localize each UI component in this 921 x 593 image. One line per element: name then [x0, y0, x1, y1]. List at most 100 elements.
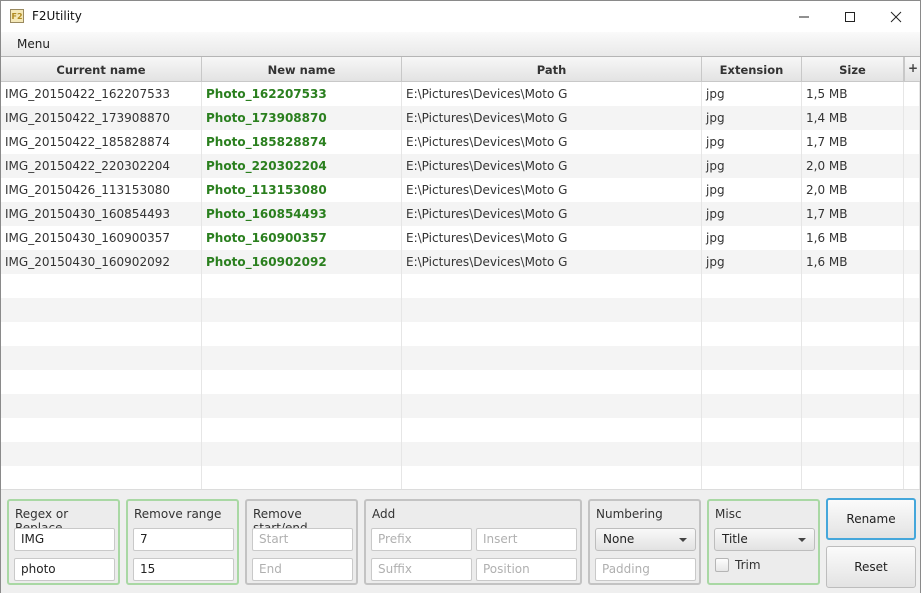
empty-cell: [202, 442, 402, 466]
column-header-path[interactable]: Path: [402, 57, 702, 81]
cell-extension: jpg: [702, 178, 802, 202]
cell-new-name: Photo_113153080: [202, 178, 402, 202]
remove-range-to-input[interactable]: 15: [133, 558, 234, 581]
empty-table-row: [1, 346, 920, 370]
case-select[interactable]: Title: [714, 528, 815, 551]
empty-cell: [202, 418, 402, 442]
empty-cell: [402, 322, 702, 346]
misc-label: Misc: [715, 507, 742, 521]
column-header-new-name[interactable]: New name: [202, 57, 402, 81]
rename-button[interactable]: Rename: [826, 498, 916, 540]
trim-checkbox[interactable]: [715, 558, 729, 572]
rename-options-panel: Regex or Replace IMG photo Remove range …: [1, 489, 920, 593]
file-table: Current name New name Path Extension Siz…: [1, 57, 920, 489]
regex-replace-input[interactable]: photo: [14, 558, 115, 581]
empty-cell: [702, 322, 802, 346]
numbering-padding-input[interactable]: Padding: [595, 558, 696, 581]
cell-current-name: IMG_20150422_173908870: [1, 106, 202, 130]
empty-cell: [802, 346, 904, 370]
cell-new-name: Photo_162207533: [202, 82, 402, 106]
table-row[interactable]: IMG_20150422_173908870 Photo_173908870 E:\…: [1, 106, 920, 130]
remove-end-input[interactable]: End: [252, 558, 353, 581]
cell-filler: [904, 202, 920, 226]
regex-find-input[interactable]: IMG: [14, 528, 115, 551]
column-header-extension[interactable]: Extension: [702, 57, 802, 81]
menu-item-menu[interactable]: Menu: [17, 37, 50, 51]
empty-cell: [402, 274, 702, 298]
add-prefix-input[interactable]: Prefix: [371, 528, 472, 551]
cell-path: E:\Pictures\Devices\Moto G: [402, 226, 702, 250]
empty-cell: [904, 274, 920, 298]
table-row[interactable]: IMG_20150422_162207533 Photo_162207533 E:\…: [1, 82, 920, 106]
close-icon: [890, 11, 902, 23]
app-window: F2 F2Utility Menu Current name New name …: [0, 0, 921, 593]
cell-path: E:\Pictures\Devices\Moto G: [402, 106, 702, 130]
cell-current-name: IMG_20150422_162207533: [1, 82, 202, 106]
empty-cell: [904, 418, 920, 442]
cell-path: E:\Pictures\Devices\Moto G: [402, 202, 702, 226]
empty-cell: [202, 298, 402, 322]
table-row[interactable]: IMG_20150422_185828874 Photo_185828874 E:\…: [1, 130, 920, 154]
cell-current-name: IMG_20150430_160854493: [1, 202, 202, 226]
cell-size: 2,0 MB: [802, 178, 904, 202]
numbering-label: Numbering: [596, 507, 663, 521]
empty-cell: [802, 322, 904, 346]
add-group: Add Prefix Insert Suffix Position: [364, 499, 582, 585]
add-insert-input[interactable]: Insert: [476, 528, 577, 551]
empty-cell: [402, 346, 702, 370]
remove-start-input[interactable]: Start: [252, 528, 353, 551]
empty-cell: [202, 370, 402, 394]
empty-cell: [802, 274, 904, 298]
window-title: F2Utility: [32, 9, 82, 23]
remove-start-end-group: Remove start/end Start End: [245, 499, 358, 585]
cell-extension: jpg: [702, 130, 802, 154]
cell-new-name: Photo_160902092: [202, 250, 402, 274]
add-position-input[interactable]: Position: [476, 558, 577, 581]
title-bar: F2 F2Utility: [1, 1, 920, 32]
empty-cell: [402, 394, 702, 418]
empty-cell: [402, 298, 702, 322]
trim-label[interactable]: Trim: [735, 558, 761, 572]
cell-new-name: Photo_160854493: [202, 202, 402, 226]
numbering-select[interactable]: None: [595, 528, 696, 551]
case-select-value: Title: [722, 532, 748, 546]
add-suffix-input[interactable]: Suffix: [371, 558, 472, 581]
minimize-button[interactable]: [781, 1, 827, 32]
cell-current-name: IMG_20150430_160900357: [1, 226, 202, 250]
empty-cell: [802, 298, 904, 322]
remove-range-group: Remove range 7 15: [126, 499, 239, 585]
empty-table-row: [1, 274, 920, 298]
cell-size: 1,6 MB: [802, 250, 904, 274]
empty-cell: [802, 466, 904, 489]
empty-table-row: [1, 370, 920, 394]
empty-cell: [702, 346, 802, 370]
reset-button[interactable]: Reset: [826, 546, 916, 588]
cell-extension: jpg: [702, 202, 802, 226]
cell-path: E:\Pictures\Devices\Moto G: [402, 82, 702, 106]
empty-cell: [702, 466, 802, 489]
empty-cell: [1, 370, 202, 394]
table-row[interactable]: IMG_20150430_160900357 Photo_160900357 E:\…: [1, 226, 920, 250]
table-row[interactable]: IMG_20150422_220302204 Photo_220302204 E:\…: [1, 154, 920, 178]
cell-path: E:\Pictures\Devices\Moto G: [402, 250, 702, 274]
empty-cell: [802, 370, 904, 394]
table-row[interactable]: IMG_20150430_160854493 Photo_160854493 E:\…: [1, 202, 920, 226]
empty-table-row: [1, 394, 920, 418]
empty-cell: [904, 298, 920, 322]
maximize-button[interactable]: [827, 1, 873, 32]
cell-new-name: Photo_173908870: [202, 106, 402, 130]
empty-cell: [702, 298, 802, 322]
empty-cell: [702, 370, 802, 394]
add-label: Add: [372, 507, 396, 521]
add-column-icon[interactable]: +: [904, 57, 920, 81]
table-row[interactable]: IMG_20150426_113153080 Photo_113153080 E:\…: [1, 178, 920, 202]
column-header-current-name[interactable]: Current name: [1, 57, 202, 81]
close-button[interactable]: [873, 1, 919, 32]
empty-cell: [1, 298, 202, 322]
table-row[interactable]: IMG_20150430_160902092 Photo_160902092 E:\…: [1, 250, 920, 274]
cell-path: E:\Pictures\Devices\Moto G: [402, 178, 702, 202]
empty-cell: [1, 466, 202, 489]
cell-size: 1,7 MB: [802, 130, 904, 154]
column-header-size[interactable]: Size: [802, 57, 904, 81]
remove-range-from-input[interactable]: 7: [133, 528, 234, 551]
